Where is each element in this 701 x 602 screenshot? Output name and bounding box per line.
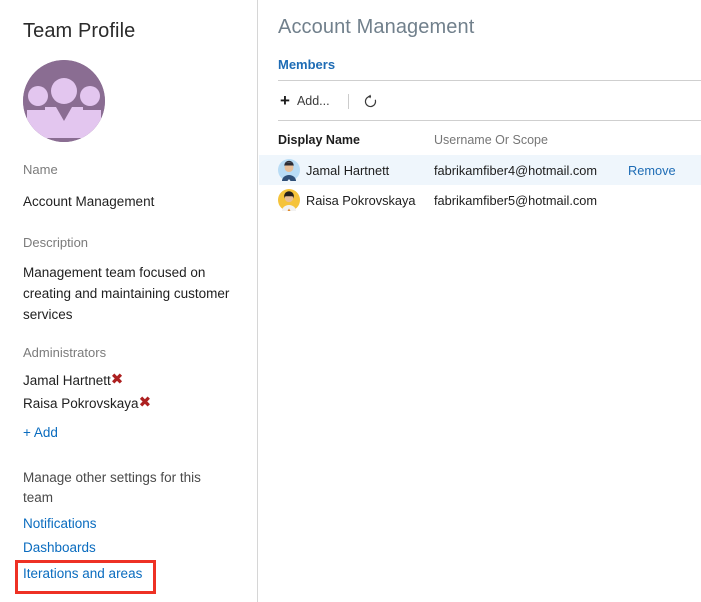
avatar <box>278 189 300 211</box>
administrator-item: Raisa Pokrovskaya ✖ <box>23 392 243 415</box>
team-profile-page: Team Profile Name Account Management Des… <box>0 0 701 602</box>
refresh-button[interactable] <box>363 94 378 109</box>
page-title: Team Profile <box>23 20 136 42</box>
avatar <box>278 159 300 181</box>
description-label: Description <box>23 235 89 250</box>
add-administrator-link[interactable]: + Add <box>23 425 58 440</box>
team-avatar <box>23 60 105 142</box>
sidebar-link-notifications[interactable]: Notifications <box>23 516 97 531</box>
column-header-username-or-scope: Username Or Scope <box>434 133 548 147</box>
cell-username: fabrikamfiber4@hotmail.com <box>434 162 598 178</box>
add-member-label: Add... <box>296 94 330 108</box>
toolbar-divider <box>347 93 349 109</box>
table-row[interactable]: Jamal Hartnett fabrikamfiber4@hotmail.co… <box>259 155 701 185</box>
close-x-icon[interactable]: ✖ <box>111 372 124 387</box>
cell-display-name: Raisa Pokrovskaya <box>306 192 416 208</box>
manage-settings-note: Manage other settings for this team <box>23 470 201 505</box>
remove-member-link[interactable]: Remove <box>628 163 676 178</box>
refresh-icon <box>364 94 376 107</box>
add-member-button[interactable]: + Add... <box>278 91 336 112</box>
description-value: Management team focused on creating and … <box>23 265 230 322</box>
sidebar-link-iterations-and-areas[interactable]: Iterations and areas <box>23 566 142 581</box>
table-header-row: Display Name Username Or Scope <box>259 133 701 155</box>
cell-display-name: Jamal Hartnett <box>306 162 390 178</box>
team-profile-sidebar: Team Profile Name Account Management Des… <box>0 0 258 602</box>
table-row[interactable]: Raisa Pokrovskaya fabrikamfiber5@hotmail… <box>259 185 701 215</box>
close-x-icon[interactable]: ✖ <box>139 395 152 410</box>
tab-members[interactable]: Members <box>278 57 335 72</box>
members-table: Display Name Username Or Scope Jamal Har… <box>259 133 701 215</box>
column-header-display-name: Display Name <box>278 133 360 147</box>
administrator-name: Raisa Pokrovskaya <box>23 396 139 411</box>
administrators-list: Jamal Hartnett ✖ Raisa Pokrovskaya ✖ <box>23 369 243 415</box>
name-label: Name <box>23 162 58 177</box>
administrators-label: Administrators <box>23 345 107 360</box>
administrator-name: Jamal Hartnett <box>23 373 111 388</box>
toolbar-divider-line <box>278 120 701 121</box>
members-toolbar: + Add... <box>278 88 378 114</box>
pivot-divider <box>278 80 701 81</box>
main-title: Account Management <box>278 16 475 38</box>
account-management-panel: Account Management Members + Add... Disp… <box>259 0 701 602</box>
name-value: Account Management <box>23 194 155 209</box>
cell-username: fabrikamfiber5@hotmail.com <box>434 192 598 208</box>
plus-icon: + <box>280 90 290 110</box>
administrator-item: Jamal Hartnett ✖ <box>23 369 243 392</box>
sidebar-link-dashboards[interactable]: Dashboards <box>23 540 96 555</box>
